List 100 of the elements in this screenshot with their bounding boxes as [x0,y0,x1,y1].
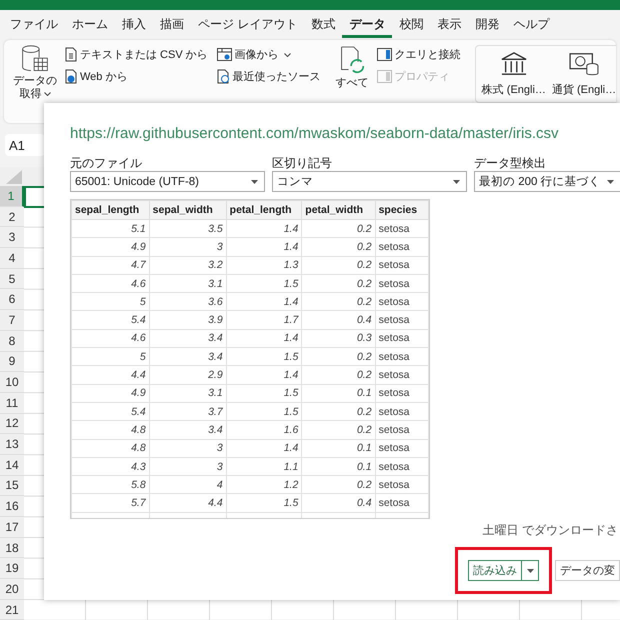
table-cell: 4.8 [72,420,150,440]
document-icon [65,47,77,62]
table-cell: 0.2 [302,256,376,274]
field-label: 区切り記号 [272,155,333,170]
table-cell: 1.7 [226,310,302,330]
column-header: species [375,200,428,220]
caret-icon [526,568,534,572]
table-cell: 1.6 [226,420,302,440]
table-cell: 1.5 [226,274,302,293]
table-cell: 0.4 [302,494,376,512]
table-cell: 5.4 [72,310,150,330]
table-cell: setosa [375,329,428,348]
table-cell: 4.6 [72,274,150,293]
data-type-button[interactable]: 通貨 (Engli… [548,51,616,97]
table-cell: 1.4 [226,292,302,311]
menu-tab[interactable]: ヘルプ [506,14,556,38]
menu-tab[interactable]: 開発 [468,14,506,38]
ribbon-item[interactable]: テキストまたは CSV から [63,45,210,64]
table-cell: 1.5 [226,494,302,512]
refresh-all-button[interactable]: すべて [334,43,370,90]
row-header[interactable]: 1 [0,186,24,207]
money-coins-icon [569,51,600,77]
table-cell: 1.5 [226,384,302,402]
table-cell: 1.5 [226,402,302,421]
dropdown-arrow-icon [453,180,460,184]
menu-tab[interactable]: 表示 [430,14,468,38]
column-header: petal_length [226,200,302,220]
table-cell: 1.4 [226,220,302,238]
table-cell: 3 [149,457,226,476]
table-cell: setosa [375,238,428,256]
table-cell: 0.2 [302,274,376,293]
table-cell: setosa [375,439,428,458]
table-cell: 3.7 [149,402,226,421]
database-icon [21,45,49,73]
table-cell: setosa [375,348,428,366]
panel-icon [376,70,392,83]
menu-tab[interactable]: 数式 [304,14,342,38]
name-box[interactable]: A1 [5,134,45,156]
table-cell: 4.4 [149,494,226,512]
table-cell: 0.2 [302,292,376,311]
table-cell: setosa [375,494,428,512]
dropdown-arrow-icon [251,180,258,184]
table-cell: 1.4 [226,329,302,348]
menu-tab[interactable]: 描画 [153,14,191,38]
table-cell: 5 [72,348,150,366]
table-cell: 3.6 [149,292,226,311]
table-cell: 1.3 [226,256,302,274]
table-cell: 1.4 [226,366,302,384]
table-cell: 0.2 [302,476,376,494]
table-cell: setosa [375,457,428,476]
table-cell: 4 [149,476,226,494]
web-document-icon [65,69,77,84]
table-cell: 3.4 [149,329,226,348]
table-cell: 0.2 [302,402,376,421]
table-cell: 4.9 [72,238,150,256]
dropdown-field[interactable]: コンマ [272,171,467,192]
column-header: sepal_length [72,200,150,220]
status-text: 土曜日 でダウンロードさ [482,522,618,539]
menu-tab[interactable]: ファイル [3,14,65,38]
table-cell: setosa [375,274,428,293]
table-cell: 3 [149,238,226,256]
table-cell: 0.4 [302,310,376,330]
table-cell: 5.8 [72,476,150,494]
menu-tab[interactable]: 挿入 [115,14,153,38]
dropdown-field[interactable]: 最初の 200 行に基づく [474,171,620,192]
table-cell: 0.1 [302,384,376,402]
ribbon-item[interactable]: 画像から [214,45,323,64]
table-cell: 0.3 [302,329,376,348]
table-cell: setosa [375,402,428,421]
table-cell: setosa [375,310,428,330]
get-data-button[interactable]: データの 取得 [12,43,58,101]
table-cell: 4.9 [72,384,150,402]
dropdown-arrow-icon [607,180,614,184]
data-type-button[interactable]: 株式 (Engli… [478,51,549,97]
table-cell: 3.4 [149,420,226,440]
ribbon-item[interactable]: 最近使ったソース [214,67,323,86]
table-cell: 4.8 [72,439,150,458]
table-cell: 0.2 [302,348,376,366]
ribbon-item[interactable]: クエリと接続 [374,45,463,64]
table-cell: 5 [72,292,150,311]
table-cell: setosa [375,384,428,402]
table-cell: 1.5 [226,348,302,366]
table-cell: 3.1 [149,384,226,402]
table-cell: 0.2 [302,366,376,384]
table-cell: 5.7 [72,494,150,512]
table-cell: 3.4 [149,348,226,366]
menu-tab[interactable]: ページ レイアウト [191,14,304,38]
table-cell: 1.1 [226,457,302,476]
table-cell: 3 [149,439,226,458]
menu-tab[interactable]: 校閲 [392,14,430,38]
transform-data-button[interactable]: データの変 [555,560,620,581]
table-cell: 0.2 [302,420,376,440]
table-cell: 4.7 [72,256,150,274]
menu-tab[interactable]: ホーム [65,14,115,38]
table-cell: setosa [375,476,428,494]
clock-document-icon [216,69,230,84]
table-cell: setosa [375,420,428,440]
table-cell: 0.1 [302,439,376,458]
ribbon-item[interactable]: Web から [63,67,210,86]
dropdown-field[interactable]: 65001: Unicode (UTF-8) [70,171,265,192]
